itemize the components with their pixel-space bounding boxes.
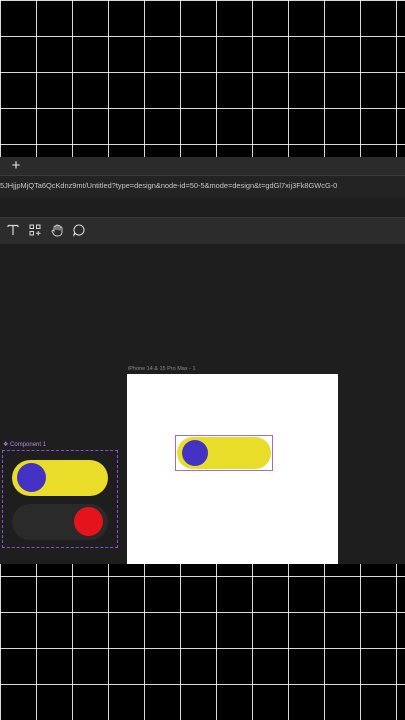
hand-tool-icon[interactable] — [50, 223, 64, 237]
text-tool-icon[interactable] — [6, 223, 20, 237]
design-app-window: + 5JHjjpMjQTa6QcKdnz9mt/Untitled?type=de… — [0, 157, 405, 564]
frame-label[interactable]: iPhone 14 & 15 Pro Max - 1 — [128, 366, 196, 372]
design-canvas[interactable]: iPhone 14 & 15 Pro Max - 1 ❖ Component 1 — [0, 244, 405, 564]
component-label[interactable]: ❖ Component 1 — [3, 441, 46, 448]
comment-tool-icon[interactable] — [72, 223, 86, 237]
component-tool-icon[interactable] — [28, 223, 42, 237]
browser-tab-bar: + — [0, 157, 405, 176]
address-bar[interactable]: 5JHjjpMjQTa6QcKdnz9mt/Untitled?type=desi… — [0, 176, 405, 198]
url-text[interactable]: 5JHjjpMjQTa6QcKdnz9mt/Untitled?type=desi… — [0, 180, 405, 192]
new-tab-button[interactable]: + — [9, 157, 23, 175]
variant-off-knob[interactable] — [74, 507, 103, 536]
variant-on-knob[interactable] — [17, 463, 46, 492]
design-toolbar — [0, 217, 405, 245]
toggle-knob[interactable] — [182, 440, 208, 466]
